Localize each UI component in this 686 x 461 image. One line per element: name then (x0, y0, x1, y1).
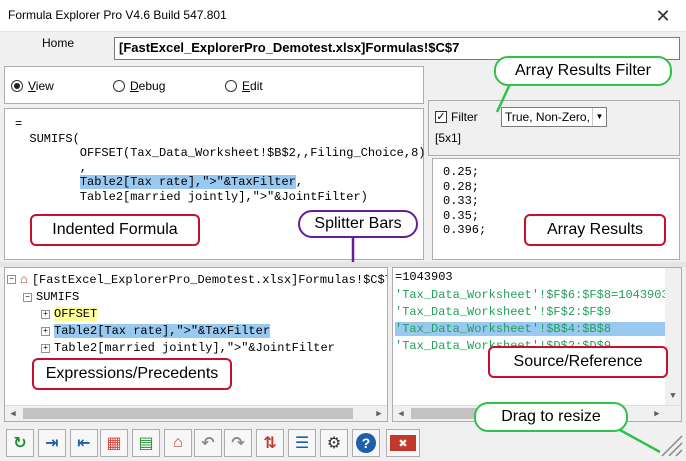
step-in-button[interactable]: ⇥ (38, 429, 66, 457)
highlighted-expression: Table2[Tax rate],">"&TaxFilter (79, 175, 296, 189)
expand-icon[interactable]: + (41, 309, 50, 319)
home-button[interactable]: ⌂ (164, 429, 192, 457)
redo-icon: ↷ (231, 435, 245, 452)
mode-radio-group: View Debug Edit (4, 66, 424, 104)
undo-icon: ↶ (201, 435, 215, 452)
expression-tree[interactable]: − ⌂ [FastExcel_ExplorerPro_Demotest.xlsx… (4, 267, 388, 422)
callout-splitter-bars: Splitter Bars (298, 210, 418, 238)
array-dimensions: [5x1] (435, 131, 462, 145)
scroll-thumb[interactable] (23, 408, 353, 419)
refresh-button[interactable]: ↻ (6, 429, 34, 457)
tree-horizontal-scrollbar[interactable]: ◀ ▶ (5, 405, 387, 421)
array-values: 0.25; 0.28; 0.33; 0.35; 0.396; (443, 165, 487, 237)
title-bar: Formula Explorer Pro V4.6 Build 547.801 … (0, 0, 686, 32)
step-out-button[interactable]: ⇤ (70, 429, 98, 457)
filter-label: Filter (451, 110, 478, 124)
callout-source-reference: Source/Reference (488, 346, 668, 378)
list-button[interactable]: ☰ (288, 429, 316, 457)
gear-icon: ⚙ (326, 435, 342, 452)
expand-icon[interactable]: + (41, 326, 50, 336)
callout-array-results-filter: Array Results Filter (494, 56, 672, 86)
edit-radio[interactable]: Edit (225, 79, 263, 93)
collapse-icon[interactable]: − (7, 275, 16, 284)
sort-icon: ⇅ (263, 435, 277, 452)
grid-button[interactable]: ▤ (132, 429, 160, 457)
color-grid-button[interactable]: ▦ (100, 429, 128, 457)
home-label: Home (42, 36, 75, 50)
refresh-icon: ↻ (13, 435, 27, 452)
resize-grip-icon[interactable] (656, 430, 684, 458)
help-icon: ? (356, 433, 376, 453)
callout-drag-to-resize: Drag to resize (474, 402, 628, 432)
color-grid-icon: ▦ (106, 435, 122, 452)
home-icon: ⌂ (20, 272, 28, 287)
callout-array-results: Array Results (524, 214, 666, 246)
step-in-icon: ⇥ (45, 435, 59, 452)
filter-checkbox[interactable]: ✓ (435, 111, 447, 123)
source-line[interactable]: =1043903 (395, 270, 453, 284)
settings-button[interactable]: ⚙ (320, 429, 348, 457)
grid-icon: ▤ (138, 435, 154, 452)
home-icon: ⌂ (173, 434, 183, 451)
edit-label: Edit (242, 79, 263, 93)
source-line-selected[interactable]: 'Tax_Data_Worksheet'!$B$4:$B$8 (395, 322, 675, 336)
tree-node-sumifs[interactable]: − SUMIFS (23, 290, 79, 304)
scroll-down-icon[interactable]: ▼ (665, 388, 681, 404)
undo-button[interactable]: ↶ (194, 429, 222, 457)
radio-dot (225, 80, 237, 92)
collapse-icon[interactable]: − (23, 292, 32, 302)
radio-dot (11, 80, 23, 92)
exit-button[interactable]: ✖ (386, 429, 420, 457)
filter-pane: ✓ Filter True, Non-Zero, T ▼ [5x1] (428, 100, 680, 156)
source-vertical-scrollbar[interactable]: ▼ (665, 268, 681, 405)
close-icon: ✖ (390, 435, 416, 451)
list-icon: ☰ (294, 435, 310, 452)
help-button[interactable]: ? (352, 429, 380, 457)
window-title: Formula Explorer Pro V4.6 Build 547.801 (8, 8, 227, 22)
callout-expressions-precedents: Expressions/Precedents (32, 358, 232, 390)
scroll-left-icon[interactable]: ◀ (393, 406, 409, 421)
tree-root[interactable]: − ⌂ [FastExcel_ExplorerPro_Demotest.xlsx… (7, 272, 387, 287)
view-radio[interactable]: View (11, 79, 54, 93)
scroll-left-icon[interactable]: ◀ (5, 406, 21, 421)
callout-indented-formula: Indented Formula (30, 214, 200, 246)
radio-dot (113, 80, 125, 92)
source-reference-pane[interactable]: =1043903 'Tax_Data_Worksheet'!$F$6:$F$8=… (392, 267, 682, 422)
scroll-right-icon[interactable]: ▶ (371, 406, 387, 421)
filter-dropdown-value: True, Non-Zero, T (505, 110, 601, 124)
chevron-down-icon[interactable]: ▼ (592, 108, 606, 126)
expand-icon[interactable]: + (41, 343, 50, 353)
formula-text: = SUMIFS( OFFSET(Tax_Data_Worksheet!$B$2… (15, 117, 426, 204)
debug-label: Debug (130, 79, 166, 93)
view-label: View (28, 79, 54, 93)
filter-dropdown[interactable]: True, Non-Zero, T ▼ (501, 107, 607, 127)
source-line[interactable]: 'Tax_Data_Worksheet'!$F$6:$F$8=1043903 (395, 288, 669, 302)
debug-radio[interactable]: Debug (113, 79, 165, 93)
step-out-icon: ⇤ (77, 435, 91, 452)
source-line[interactable]: 'Tax_Data_Worksheet'!$F$2:$F$9 (395, 305, 611, 319)
sort-button[interactable]: ⇅ (256, 429, 284, 457)
redo-button[interactable]: ↷ (224, 429, 252, 457)
scroll-right-icon[interactable]: ▶ (649, 406, 665, 421)
tree-node-married-jointly[interactable]: + Table2[married jointly],">"&JointFilte… (41, 341, 335, 355)
tree-node-tax-rate[interactable]: + Table2[Tax rate],">"&TaxFilter (41, 324, 271, 338)
tree-node-offset[interactable]: + OFFSET (41, 307, 98, 321)
close-icon[interactable]: ✕ (648, 4, 678, 28)
